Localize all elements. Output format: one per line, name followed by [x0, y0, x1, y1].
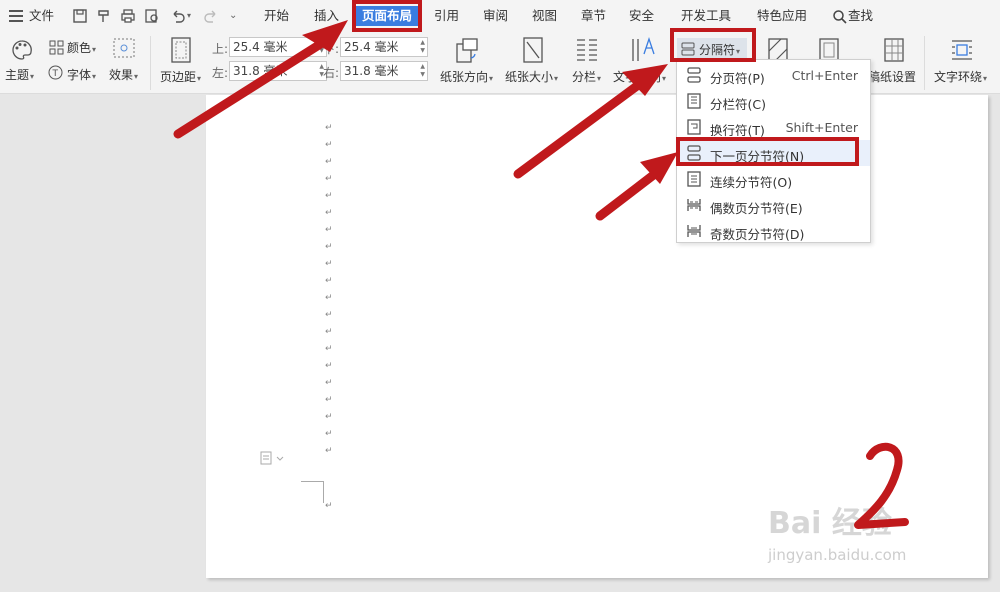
paragraph-mark: ↵: [325, 395, 333, 405]
tab-insert[interactable]: 插入: [314, 0, 339, 32]
menu-bar: 文件 ▾ ⌄ 开始 插入 页面布局 引用 审阅 视图 章节 安全 开发工具 特色…: [0, 0, 1000, 32]
undo-dropdown-icon[interactable]: ▾: [187, 0, 191, 32]
line-break-icon: [687, 119, 701, 135]
text-direction-icon[interactable]: [630, 36, 656, 64]
paper-size-icon[interactable]: [521, 36, 545, 64]
menu-item-odd-page-section-break[interactable]: 奇数页分节符(D): [677, 218, 870, 244]
columns-icon[interactable]: [575, 37, 599, 63]
print-preview-icon[interactable]: [144, 8, 160, 24]
paragraph-mark: ↵: [325, 123, 333, 133]
paste-options-icon[interactable]: [260, 451, 286, 465]
highlight-box: [352, 0, 422, 32]
paragraph-mark: ↵: [325, 191, 333, 201]
paper-size-button[interactable]: 纸张大小▾: [505, 68, 558, 85]
svg-text:T: T: [52, 69, 59, 79]
redo-icon[interactable]: [203, 8, 219, 24]
search-label[interactable]: 查找: [848, 0, 873, 32]
paragraph-mark: ↵: [325, 174, 333, 184]
paragraph-mark: ↵: [325, 242, 333, 252]
tab-sections[interactable]: 章节: [581, 0, 606, 32]
draft-settings-button[interactable]: 稿纸设置: [868, 68, 916, 85]
paragraph-mark: ↵: [325, 157, 333, 167]
paragraph-mark: ↵: [325, 276, 333, 286]
text-direction-button[interactable]: 文字方向▾: [613, 68, 666, 85]
color-button[interactable]: 颜色▾: [67, 39, 96, 56]
menu-icon[interactable]: [9, 10, 23, 22]
continuous-section-break-icon: [687, 171, 701, 187]
paragraph-mark: ↵: [325, 501, 333, 511]
orientation-icon[interactable]: [455, 36, 479, 64]
paragraph-mark: ↵: [325, 429, 333, 439]
margin-button[interactable]: 页边距▾: [160, 68, 201, 85]
theme-button[interactable]: 主题▾: [5, 66, 34, 83]
menu-item-continuous-section-break[interactable]: 连续分节符(O): [677, 166, 870, 192]
paragraph-mark: ↵: [325, 378, 333, 388]
save-icon[interactable]: [72, 8, 88, 24]
font-icon: T: [48, 65, 63, 80]
theme-icon[interactable]: [11, 39, 33, 61]
top-margin-input[interactable]: 25.4 毫米 ▲ ▼: [229, 37, 327, 57]
paragraph-mark: ↵: [325, 140, 333, 150]
right-margin-label: 右:: [323, 66, 340, 80]
menu-item-page-break[interactable]: 分页符(P) Ctrl+Enter: [677, 62, 870, 88]
divider: [924, 36, 925, 90]
tab-home[interactable]: 开始: [264, 0, 289, 32]
bottom-margin-input[interactable]: 25.4 毫米 ▲ ▼: [340, 37, 428, 57]
draft-paper-icon[interactable]: [883, 37, 905, 63]
text-wrap-icon[interactable]: [950, 38, 974, 62]
page-corner-mark: [301, 481, 323, 482]
paragraph-mark: ↵: [325, 361, 333, 371]
orientation-button[interactable]: 纸张方向▾: [440, 68, 493, 85]
color-scheme-icon: [49, 40, 64, 55]
paragraph-mark: ↵: [325, 225, 333, 235]
print-icon[interactable]: [120, 8, 136, 24]
odd-page-section-break-icon: [687, 225, 701, 237]
effects-button[interactable]: 效果▾: [109, 66, 138, 83]
top-margin-label: 上:: [212, 42, 229, 56]
left-margin-input[interactable]: 31.8 毫米 ▲ ▼: [229, 61, 327, 81]
paragraph-mark: ↵: [325, 344, 333, 354]
paragraph-mark: ↵: [325, 310, 333, 320]
margin-icon[interactable]: [170, 37, 192, 63]
tab-references[interactable]: 引用: [434, 0, 459, 32]
bottom-margin-label: 下:: [323, 42, 340, 56]
font-button[interactable]: 字体▾: [67, 66, 96, 83]
page-break-icon: [687, 67, 701, 83]
watermark-url: jingyan.baidu.com: [768, 546, 907, 564]
right-margin-input[interactable]: 31.8 毫米 ▲ ▼: [340, 61, 428, 81]
watermark-logo: Bai 经验: [768, 506, 892, 541]
page-corner-mark: [323, 481, 324, 503]
menu-item-column-break[interactable]: 分栏符(C): [677, 88, 870, 114]
file-menu[interactable]: 文件: [29, 0, 54, 32]
paragraph-mark: ↵: [325, 446, 333, 456]
paragraph-mark: ↵: [325, 293, 333, 303]
paragraph-mark: ↵: [325, 259, 333, 269]
search-icon[interactable]: [832, 9, 848, 25]
tab-special-apps[interactable]: 特色应用: [757, 0, 807, 32]
tab-view[interactable]: 视图: [532, 0, 557, 32]
column-break-icon: [687, 93, 701, 109]
effects-icon[interactable]: [113, 38, 135, 58]
tab-security[interactable]: 安全: [629, 0, 654, 32]
highlight-box: [676, 137, 859, 166]
undo-icon[interactable]: [170, 8, 186, 24]
paragraph-mark: ↵: [325, 208, 333, 218]
tab-review[interactable]: 审阅: [483, 0, 508, 32]
format-painter-icon[interactable]: [96, 8, 112, 24]
left-margin-label: 左:: [212, 66, 229, 80]
text-wrap-button[interactable]: 文字环绕▾: [934, 68, 987, 85]
columns-button[interactable]: 分栏▾: [572, 68, 601, 85]
divider: [150, 36, 151, 90]
customize-toolbar-icon[interactable]: ⌄: [229, 0, 237, 32]
even-page-section-break-icon: [687, 199, 701, 211]
paragraph-mark: ↵: [325, 327, 333, 337]
highlight-box: [670, 28, 756, 62]
menu-item-even-page-section-break[interactable]: 偶数页分节符(E): [677, 192, 870, 218]
paragraph-mark: ↵: [325, 412, 333, 422]
